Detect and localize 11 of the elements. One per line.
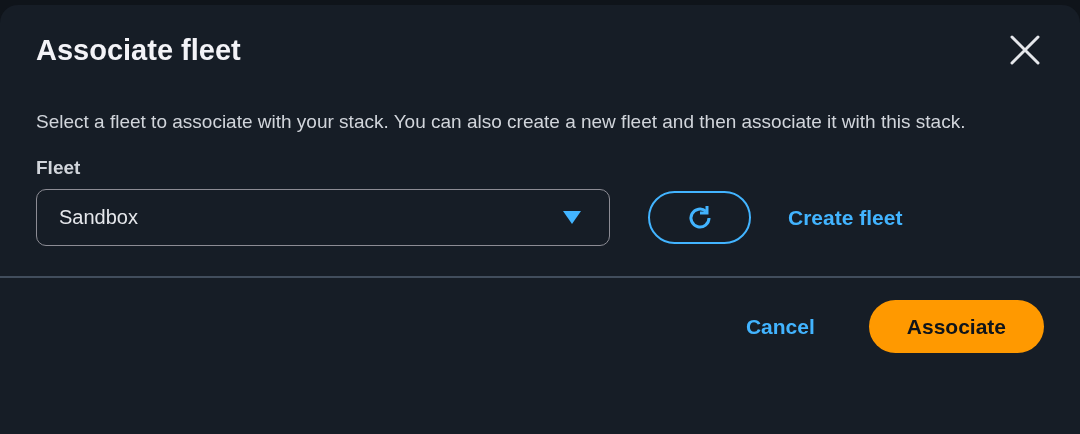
associate-button[interactable]: Associate	[868, 300, 1044, 353]
close-icon	[1010, 35, 1040, 65]
field-label: Fleet	[36, 157, 82, 179]
create-fleet-link[interactable]: Create fleet	[788, 205, 903, 230]
cancel-button[interactable]: Cancel	[741, 300, 819, 353]
dialog-title: Associate fleet	[36, 33, 241, 67]
caret-icon	[563, 211, 581, 224]
fleet-select[interactable]: Sandbox	[36, 189, 610, 246]
close-button[interactable]	[1008, 33, 1042, 67]
dialog-description: Select a fleet to associate with your stack. You can also create a new fleet and then associate it with this stack.	[36, 110, 967, 134]
refresh-button[interactable]	[648, 191, 751, 244]
